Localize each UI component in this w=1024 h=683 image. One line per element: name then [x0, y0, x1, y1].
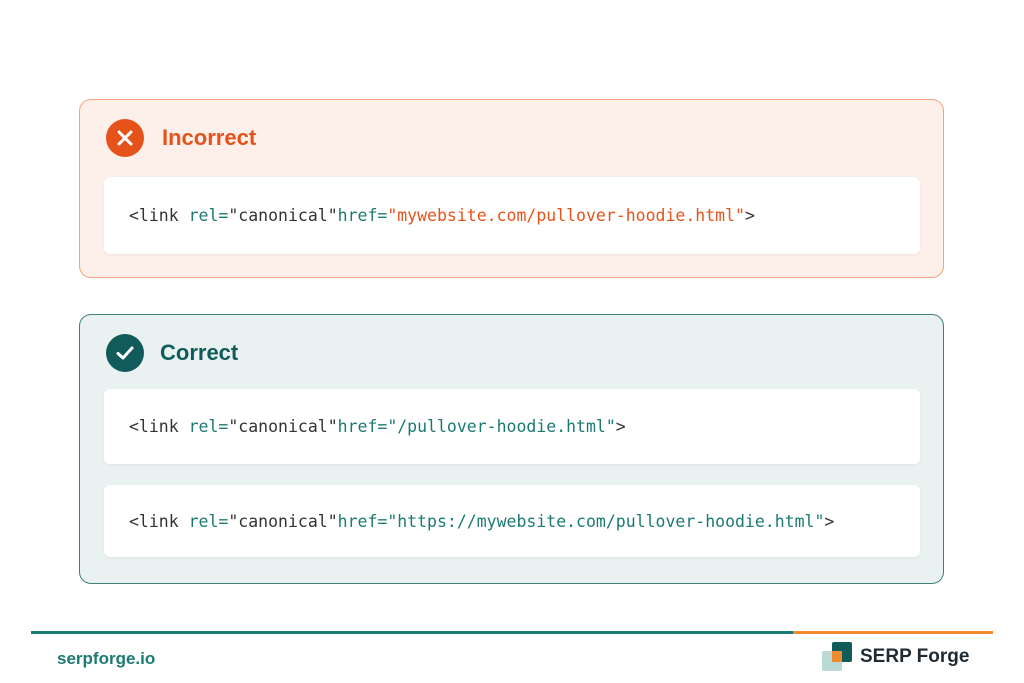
- check-icon: [106, 334, 144, 372]
- brand: SERP Forge: [822, 642, 969, 672]
- code-rel-attr: rel=: [188, 206, 229, 225]
- code-rel-attr: rel=: [188, 511, 229, 531]
- correct-header: Correct: [106, 334, 238, 372]
- code-tag-close: >: [824, 511, 835, 531]
- code-href-value: "https://mywebsite.com/pullover-hoodie.h…: [387, 511, 825, 531]
- incorrect-panel: Incorrect <link rel= "canonical" href= "my…: [79, 99, 944, 278]
- code-tag-open: <link: [129, 511, 189, 531]
- footer-divider-orange: [793, 631, 993, 634]
- code-tag-open: <link: [129, 206, 189, 225]
- correct-title: Correct: [160, 340, 239, 365]
- code-tag-open: <link: [129, 417, 189, 436]
- footer-divider-teal: [31, 631, 793, 634]
- footer-website-link[interactable]: serpforge.io: [57, 649, 155, 669]
- serp-forge-logo-icon: [822, 642, 854, 672]
- code-href-attr: href=: [337, 417, 388, 436]
- code-tag-close: >: [744, 206, 755, 225]
- correct-code-block-absolute: <link rel= "canonical" href= "https://mywe…: [104, 485, 920, 557]
- incorrect-code-block: <link rel= "canonical" href= "mywebsite.co…: [104, 177, 920, 254]
- brand-name: SERP Forge: [860, 646, 970, 667]
- code-rel-attr: rel=: [188, 417, 229, 436]
- correct-code-block-relative: <link rel= "canonical" href= "/pullover-ho…: [104, 389, 920, 464]
- code-rel-value: "canonical": [228, 511, 338, 531]
- code-rel-value: "canonical": [228, 206, 338, 225]
- correct-panel: Correct <link rel= "canonical" href= "/pul…: [79, 314, 944, 584]
- code-href-attr: href=: [337, 511, 388, 531]
- close-icon: [106, 119, 144, 157]
- code-href-value: "mywebsite.com/pullover-hoodie.html": [387, 206, 745, 225]
- incorrect-header: Incorrect: [106, 119, 256, 157]
- code-href-attr: href=: [337, 206, 388, 225]
- code-rel-value: "canonical": [228, 417, 338, 436]
- code-href-value: "/pullover-hoodie.html": [387, 417, 616, 436]
- code-tag-close: >: [615, 417, 626, 436]
- incorrect-title: Incorrect: [162, 125, 257, 150]
